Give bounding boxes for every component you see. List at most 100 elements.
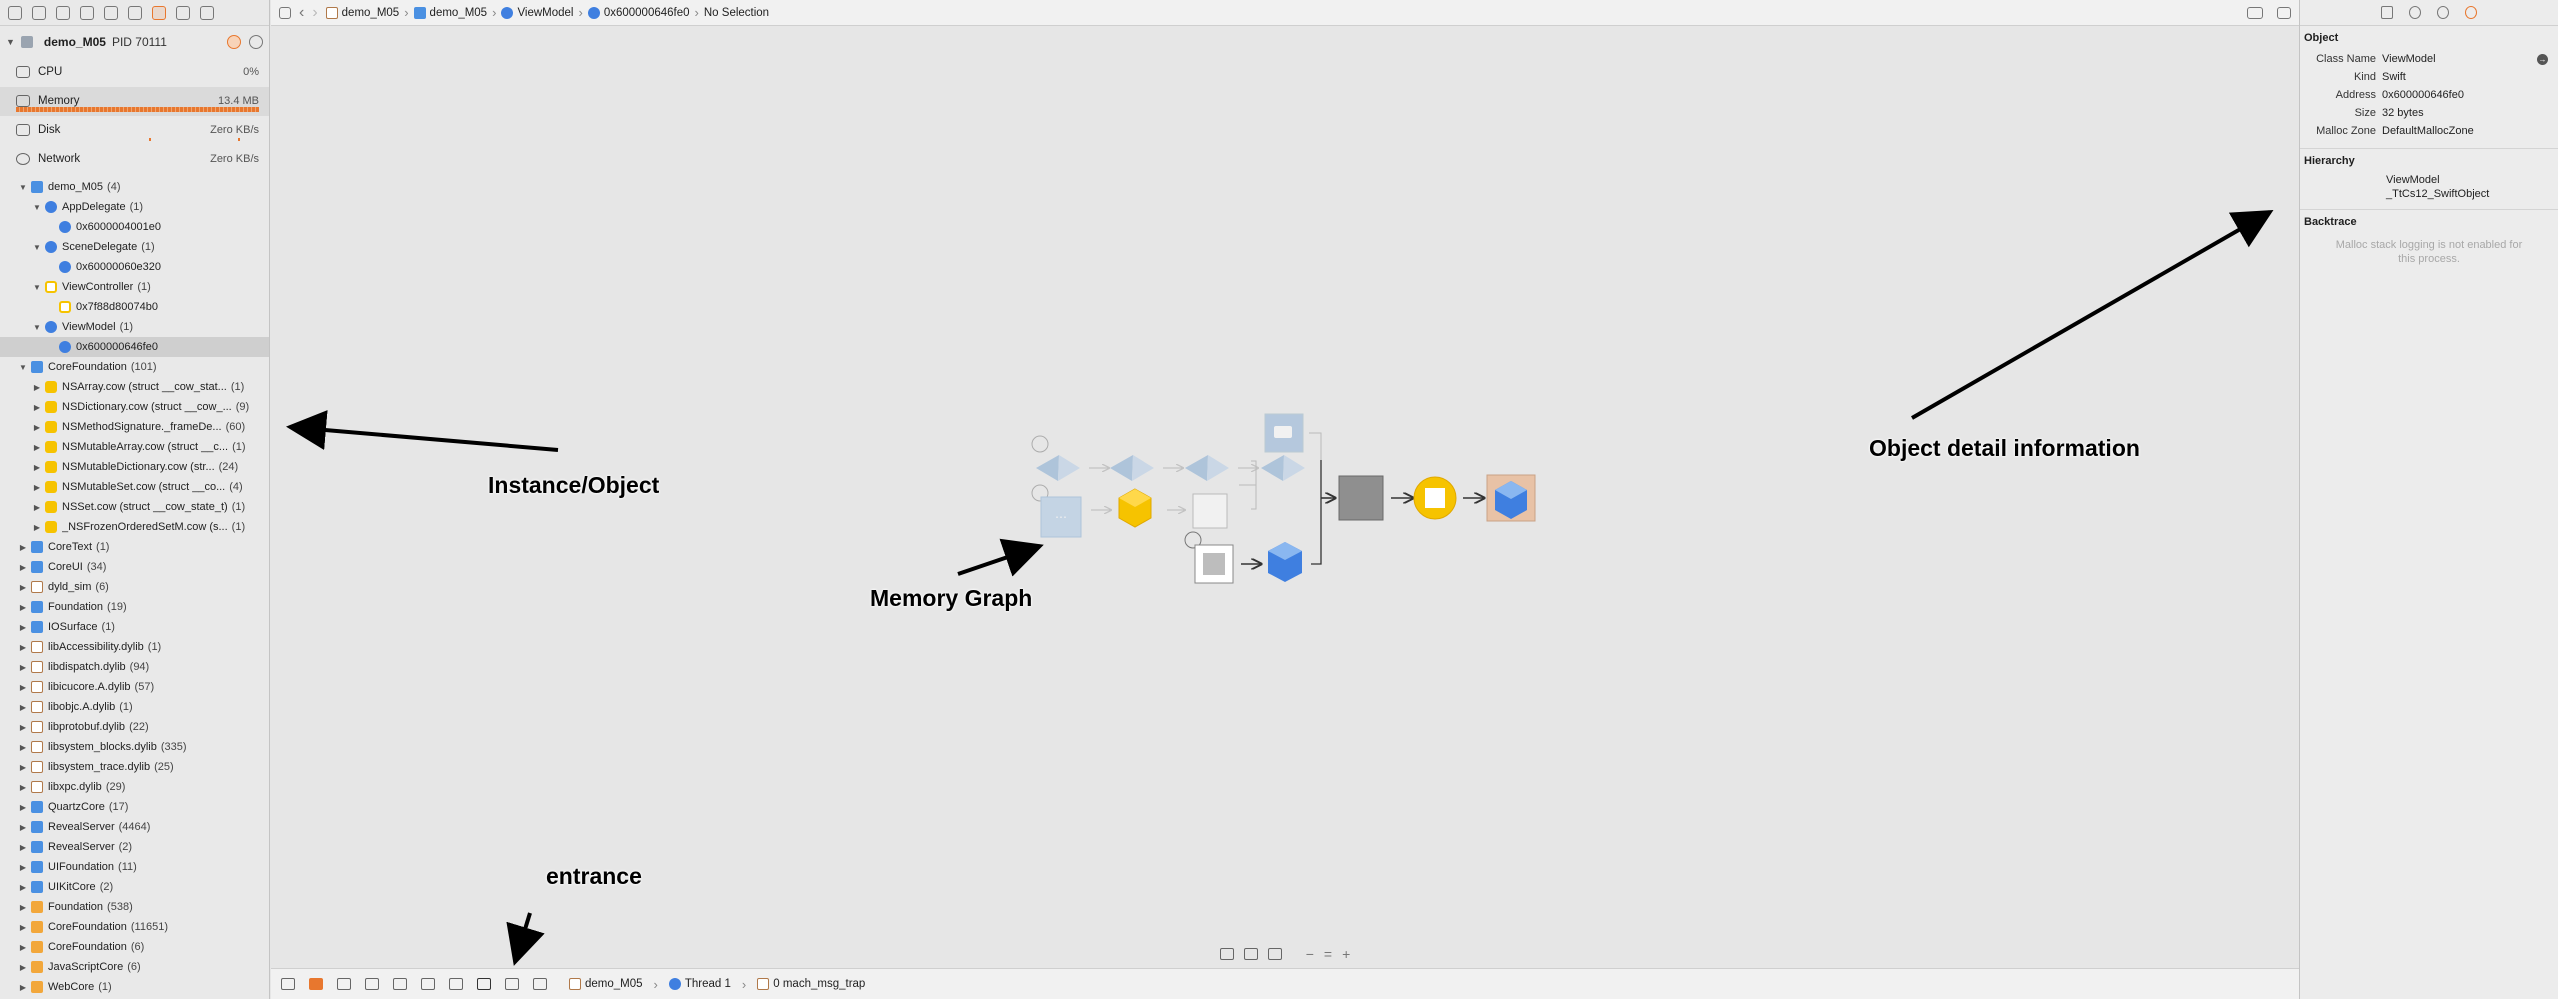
- tree-row[interactable]: ▼ demo_M05 (4): [0, 177, 269, 197]
- disclosure-triangle-icon[interactable]: ▶: [32, 503, 42, 512]
- tree-row[interactable]: ▶ NSMutableArray.cow (struct __c... (1): [0, 437, 269, 457]
- disclosure-triangle-icon[interactable]: ▶: [18, 783, 28, 792]
- continue-icon[interactable]: [337, 978, 351, 990]
- tree-row[interactable]: ▶ CoreFoundation (11651): [0, 917, 269, 937]
- disclosure-triangle-icon[interactable]: ▼: [6, 37, 15, 47]
- tree-row[interactable]: ▶ NSMutableDictionary.cow (str... (24): [0, 457, 269, 477]
- disclosure-triangle-icon[interactable]: ▼: [32, 283, 42, 292]
- tree-row[interactable]: ▶ JavaScriptCore (6): [0, 957, 269, 977]
- graph-node[interactable]: [1110, 455, 1133, 481]
- step-into-icon[interactable]: [393, 978, 407, 990]
- disclosure-triangle-icon[interactable]: ▶: [18, 683, 28, 692]
- tree-row[interactable]: ▶ RevealServer (2): [0, 837, 269, 857]
- disclosure-triangle-icon[interactable]: ▶: [18, 583, 28, 592]
- tree-row[interactable]: ▶ IOSurface (1): [0, 617, 269, 637]
- graph-options-icon[interactable]: [249, 35, 263, 49]
- memory-graph-button-icon[interactable]: [477, 978, 491, 990]
- graph-node[interactable]: [1261, 455, 1284, 481]
- tree-row[interactable]: 0x600000646fe0: [0, 337, 269, 357]
- tree-row[interactable]: ▶ CoreText (1): [0, 537, 269, 557]
- tree-row[interactable]: ▶ QuartzCore (17): [0, 797, 269, 817]
- forward-arrow-icon[interactable]: ›: [312, 4, 317, 22]
- source-control-icon[interactable]: [32, 5, 46, 20]
- graph-node[interactable]: [1338, 475, 1384, 521]
- breadcrumb-item[interactable]: demo_M05: [325, 6, 399, 19]
- zoom-fit-icon[interactable]: =: [1324, 946, 1332, 962]
- graph-export-icon[interactable]: [1219, 948, 1234, 960]
- disclosure-triangle-icon[interactable]: ▶: [18, 703, 28, 712]
- disclosure-triangle-icon[interactable]: ▶: [18, 543, 28, 552]
- graph-node[interactable]: [1185, 455, 1208, 481]
- tree-row[interactable]: ▼ ViewController (1): [0, 277, 269, 297]
- add-editor-icon[interactable]: [2277, 6, 2291, 19]
- disclosure-triangle-icon[interactable]: ▶: [18, 923, 28, 932]
- find-icon[interactable]: [80, 5, 94, 20]
- tree-row[interactable]: ▶ libdispatch.dylib (94): [0, 657, 269, 677]
- step-over-icon[interactable]: [365, 978, 379, 990]
- disclosure-triangle-icon[interactable]: ▶: [32, 423, 42, 432]
- breadcrumb-item[interactable]: No Selection: [704, 7, 769, 19]
- disclosure-triangle-icon[interactable]: ▶: [18, 763, 28, 772]
- disclosure-triangle-icon[interactable]: ▶: [18, 603, 28, 612]
- graph-filter-icon[interactable]: [1243, 948, 1258, 960]
- disclosure-triangle-icon[interactable]: ▶: [18, 563, 28, 572]
- history-inspector-icon[interactable]: [2409, 6, 2421, 19]
- gauge-disk[interactable]: Disk Zero KB/s: [0, 116, 269, 145]
- report-icon[interactable]: [200, 5, 214, 20]
- disclosure-triangle-icon[interactable]: ▶: [18, 823, 28, 832]
- disclosure-triangle-icon[interactable]: ▶: [32, 443, 42, 452]
- tree-row[interactable]: ▶ libicucore.A.dylib (57): [0, 677, 269, 697]
- breakpoint-icon[interactable]: [176, 5, 190, 20]
- graph-node[interactable]: [1036, 455, 1059, 481]
- symbol-icon[interactable]: [56, 5, 70, 20]
- disclosure-triangle-icon[interactable]: ▼: [32, 243, 42, 252]
- tree-row[interactable]: ▶ Foundation (19): [0, 597, 269, 617]
- debug-navigator-icon[interactable]: [152, 5, 166, 20]
- issue-icon[interactable]: [104, 5, 118, 20]
- graph-layout-icon[interactable]: [1267, 948, 1282, 960]
- disclosure-triangle-icon[interactable]: ▼: [18, 363, 28, 372]
- disclosure-triangle-icon[interactable]: ▶: [18, 623, 28, 632]
- tree-row[interactable]: ▶ NSMethodSignature._frameDe... (60): [0, 417, 269, 437]
- tree-row[interactable]: ▶ libsystem_blocks.dylib (335): [0, 737, 269, 757]
- editor-options-icon[interactable]: [2247, 6, 2263, 19]
- tree-row[interactable]: ▶ _NSFrozenOrderedSetM.cow (s... (1): [0, 517, 269, 537]
- graph-node[interactable]: [1192, 493, 1228, 529]
- hide-debug-area-icon[interactable]: [281, 978, 295, 990]
- go-to-class-icon[interactable]: →: [2537, 53, 2548, 65]
- process-row[interactable]: ▼ demo_M05 PID 70111: [0, 26, 269, 58]
- disclosure-triangle-icon[interactable]: ▶: [18, 903, 28, 912]
- disclosure-triangle-icon[interactable]: ▶: [18, 803, 28, 812]
- tree-row[interactable]: ▶ dyld_sim (6): [0, 577, 269, 597]
- disclosure-triangle-icon[interactable]: ▼: [32, 323, 42, 332]
- memory-graph-indicator-icon[interactable]: [227, 35, 241, 49]
- zoom-in-icon[interactable]: +: [1342, 946, 1350, 962]
- tree-row[interactable]: ▶ libxpc.dylib (29): [0, 777, 269, 797]
- breadcrumb-item[interactable]: 0 mach_msg_trap: [757, 978, 865, 990]
- test-icon[interactable]: [128, 5, 142, 20]
- memory-inspector-icon[interactable]: [2465, 6, 2477, 19]
- tree-row[interactable]: ▶ RevealServer (4464): [0, 817, 269, 837]
- gauge-memory[interactable]: Memory 13.4 MB: [0, 87, 269, 116]
- disclosure-triangle-icon[interactable]: ▶: [18, 643, 28, 652]
- view-hierarchy-icon[interactable]: [449, 978, 463, 990]
- disclosure-triangle-icon[interactable]: ▶: [18, 843, 28, 852]
- tree-row[interactable]: ▶ libsystem_trace.dylib (25): [0, 757, 269, 777]
- tree-row[interactable]: ▼ SceneDelegate (1): [0, 237, 269, 257]
- tree-row[interactable]: 0x60000060e320: [0, 257, 269, 277]
- tree-row[interactable]: ▼ ViewModel (1): [0, 317, 269, 337]
- tree-row[interactable]: ▶ NSArray.cow (struct __cow_stat... (1): [0, 377, 269, 397]
- tree-row[interactable]: ▶ WebCore (1): [0, 977, 269, 997]
- tree-row[interactable]: ▶ UIKitCore (2): [0, 877, 269, 897]
- disclosure-triangle-icon[interactable]: ▶: [32, 523, 42, 532]
- disclosure-triangle-icon[interactable]: ▶: [18, 743, 28, 752]
- tree-row[interactable]: ▶ NSDictionary.cow (struct __cow_... (9): [0, 397, 269, 417]
- disclosure-triangle-icon[interactable]: ▼: [32, 203, 42, 212]
- tree-row[interactable]: ▼ CoreFoundation (101): [0, 357, 269, 377]
- folder-icon[interactable]: [8, 5, 22, 20]
- tree-row[interactable]: ▶ NSSet.cow (struct __cow_state_t) (1): [0, 497, 269, 517]
- simulate-location-icon[interactable]: [533, 978, 547, 990]
- disclosure-triangle-icon[interactable]: ▶: [18, 883, 28, 892]
- disclosure-triangle-icon[interactable]: ▶: [32, 403, 42, 412]
- disclosure-triangle-icon[interactable]: ▶: [18, 863, 28, 872]
